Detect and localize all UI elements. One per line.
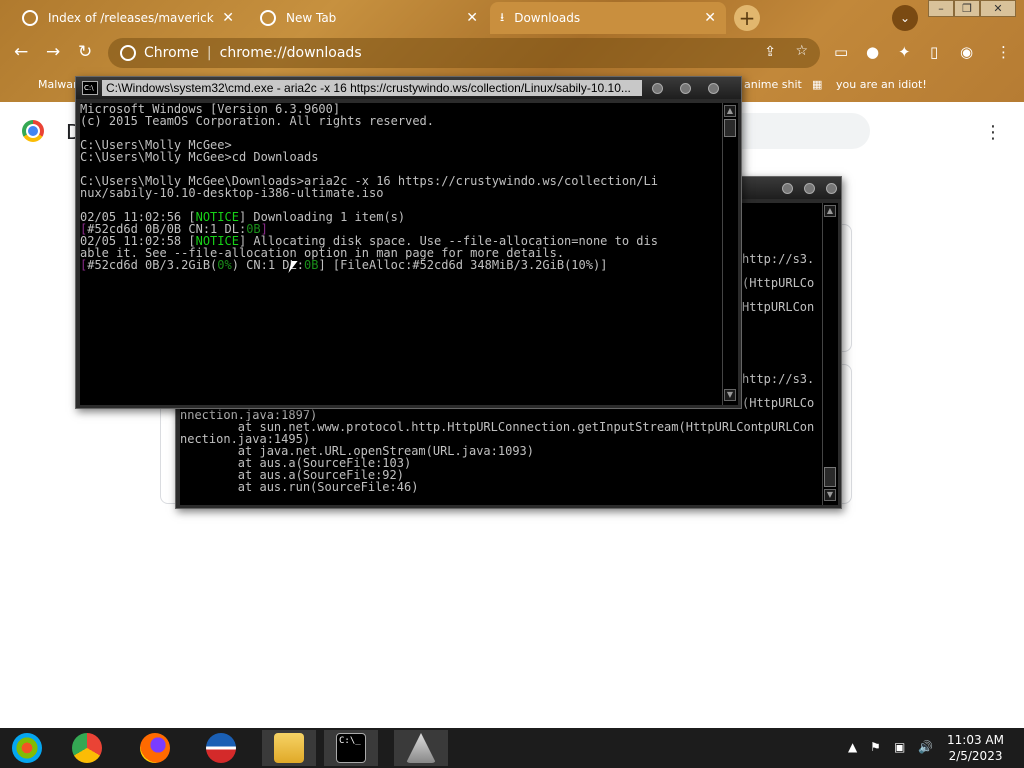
tab-index-releases[interactable]: Index of /releases/maverick ✕ [8, 2, 244, 34]
bookmark-anime[interactable]: anime shit [744, 78, 802, 91]
address-bar[interactable]: Chrome | chrome://downloads ⇪ ☆ [108, 38, 820, 68]
url-text: chrome://downloads [219, 45, 362, 61]
console-output: Microsoft Windows [Version 6.3.9600] (c)… [80, 103, 722, 405]
clock-time: 11:03 AM [947, 733, 1004, 747]
bookmark-star-icon[interactable]: ☆ [795, 43, 808, 59]
chrome-favicon-icon [22, 10, 38, 26]
bookmark-you-are-an-idiot[interactable]: you are an idiot! [836, 78, 927, 91]
chrome-icon [72, 733, 102, 763]
tab-title: Downloads [514, 11, 581, 25]
download-icon: ⭳ [500, 9, 505, 24]
console-title: C:\Windows\system32\cmd.exe - aria2c -x … [102, 80, 642, 96]
tab-title: Index of /releases/maverick [48, 11, 214, 25]
close-button[interactable] [826, 183, 837, 194]
forward-icon[interactable]: → [46, 42, 60, 62]
console-line: (c) 2015 TeamOS Corporation. All rights … [80, 114, 435, 128]
console-text: #52cd6d 0B/3.2GiB( [87, 258, 218, 272]
new-tab-button[interactable]: + [734, 5, 760, 31]
chrome-logo-icon [22, 120, 44, 142]
close-window-button[interactable]: ✕ [980, 0, 1016, 17]
close-tab-icon[interactable]: ✕ [222, 10, 234, 26]
clock-date: 2/5/2023 [948, 749, 1003, 763]
minimize-button[interactable] [782, 183, 793, 194]
site-label: Chrome [144, 45, 199, 61]
console-line: at aus.run(SourceFile:46) [180, 480, 419, 494]
console-line: HttpURLCon [742, 300, 815, 314]
system-clock[interactable]: 11:03 AM 2/5/2023 [947, 732, 1004, 764]
scroll-thumb[interactable] [824, 467, 836, 487]
tab-new-tab[interactable]: New Tab ✕ [252, 2, 488, 34]
page-menu-icon[interactable]: ⋮ [984, 122, 1002, 143]
network-icon[interactable]: ▣ [894, 740, 905, 754]
tab-title: New Tab [286, 11, 337, 25]
extension-flag-icon[interactable]: ▭ [834, 43, 848, 61]
java-duke-icon [406, 733, 436, 763]
folder-icon [274, 733, 304, 763]
profile-icon[interactable]: ◉ [960, 43, 973, 61]
menu-icon[interactable]: ⋮ [996, 43, 1011, 61]
close-button[interactable] [708, 83, 719, 94]
maximize-button[interactable]: ❐ [954, 0, 980, 17]
dl-speed: 0B [303, 258, 319, 272]
taskbar-firefox[interactable] [128, 730, 182, 766]
obama-logo-icon [206, 733, 236, 763]
console-scrollbar[interactable]: ▲ ▼ [822, 203, 838, 505]
scroll-down-icon[interactable]: ▼ [724, 389, 736, 401]
close-tab-icon[interactable]: ✕ [466, 10, 478, 26]
console-titlebar[interactable]: C:\ C:\Windows\system32\cmd.exe - aria2c… [76, 77, 741, 99]
scroll-down-icon[interactable]: ▼ [824, 489, 836, 501]
cmd-icon: C:\_ [336, 733, 366, 763]
tab-downloads[interactable]: ⭳ Downloads ✕ [490, 2, 726, 34]
minimize-button[interactable]: – [928, 0, 954, 17]
taskbar-file-explorer[interactable] [262, 730, 316, 766]
console-text: ] [FileAlloc:#52cd6d 348MiB/3.2GiB(10%)] [318, 258, 608, 272]
reload-icon[interactable]: ↻ [78, 42, 92, 62]
console-line: nux/sabily-10.10-desktop-i386-ultimate.i… [80, 186, 384, 200]
back-icon[interactable]: ← [14, 42, 28, 62]
console-scrollbar[interactable]: ▲ ▼ [722, 103, 738, 405]
start-button[interactable] [0, 730, 54, 766]
taskbar-obama-app[interactable] [194, 730, 248, 766]
console-line: http://s3. [742, 372, 815, 386]
console-line: http://s3. [742, 252, 815, 266]
console-line: (HttpURLCo [742, 276, 815, 290]
uk-flag-icon: ▦ [812, 78, 823, 91]
side-panel-icon[interactable]: ▯ [930, 43, 938, 61]
chrome-icon [120, 45, 136, 61]
maximize-button[interactable] [804, 183, 815, 194]
scroll-up-icon[interactable]: ▲ [724, 105, 736, 117]
minimize-button[interactable] [652, 83, 663, 94]
console-line: (HttpURLCo [742, 396, 815, 410]
taskbar-java-app[interactable] [394, 730, 448, 766]
bookmark-malwar[interactable]: Malwar [38, 78, 78, 91]
extension-avatar-icon[interactable]: ● [866, 43, 879, 61]
scroll-up-icon[interactable]: ▲ [824, 205, 836, 217]
tab-search-button[interactable]: ⌄ [892, 5, 918, 31]
taskbar-chrome[interactable] [60, 730, 114, 766]
chrome-favicon-icon [260, 10, 276, 26]
taskbar: C:\_ ▲ ⚑ ▣ 🔊 11:03 AM 2/5/2023 [0, 728, 1024, 768]
action-center-flag-icon[interactable]: ⚑ [870, 740, 881, 754]
taskbar-command-prompt[interactable]: C:\_ [324, 730, 378, 766]
volume-icon[interactable]: 🔊 [918, 740, 933, 754]
close-tab-icon[interactable]: ✕ [704, 10, 716, 26]
console-line: [#52cd6d 0B/3.2GiB(0%) CN:1 DL:0B] [File… [80, 259, 607, 271]
scroll-thumb[interactable] [724, 119, 736, 137]
progress-percent: 0% [217, 258, 232, 272]
firefox-icon [140, 733, 170, 763]
show-hidden-icons-icon[interactable]: ▲ [848, 740, 857, 754]
maximize-button[interactable] [680, 83, 691, 94]
browser-toolbar: ← → ↻ Chrome | chrome://downloads ⇪ ☆ ▭ … [0, 36, 1024, 70]
start-orb-icon [12, 733, 42, 763]
console-line: C:\Users\Molly McGee>cd Downloads [80, 150, 319, 164]
cmd-icon: C:\ [82, 81, 98, 95]
extensions-puzzle-icon[interactable]: ✦ [898, 43, 911, 61]
console-window-front[interactable]: C:\ C:\Windows\system32\cmd.exe - aria2c… [75, 76, 742, 409]
share-icon[interactable]: ⇪ [764, 44, 776, 60]
